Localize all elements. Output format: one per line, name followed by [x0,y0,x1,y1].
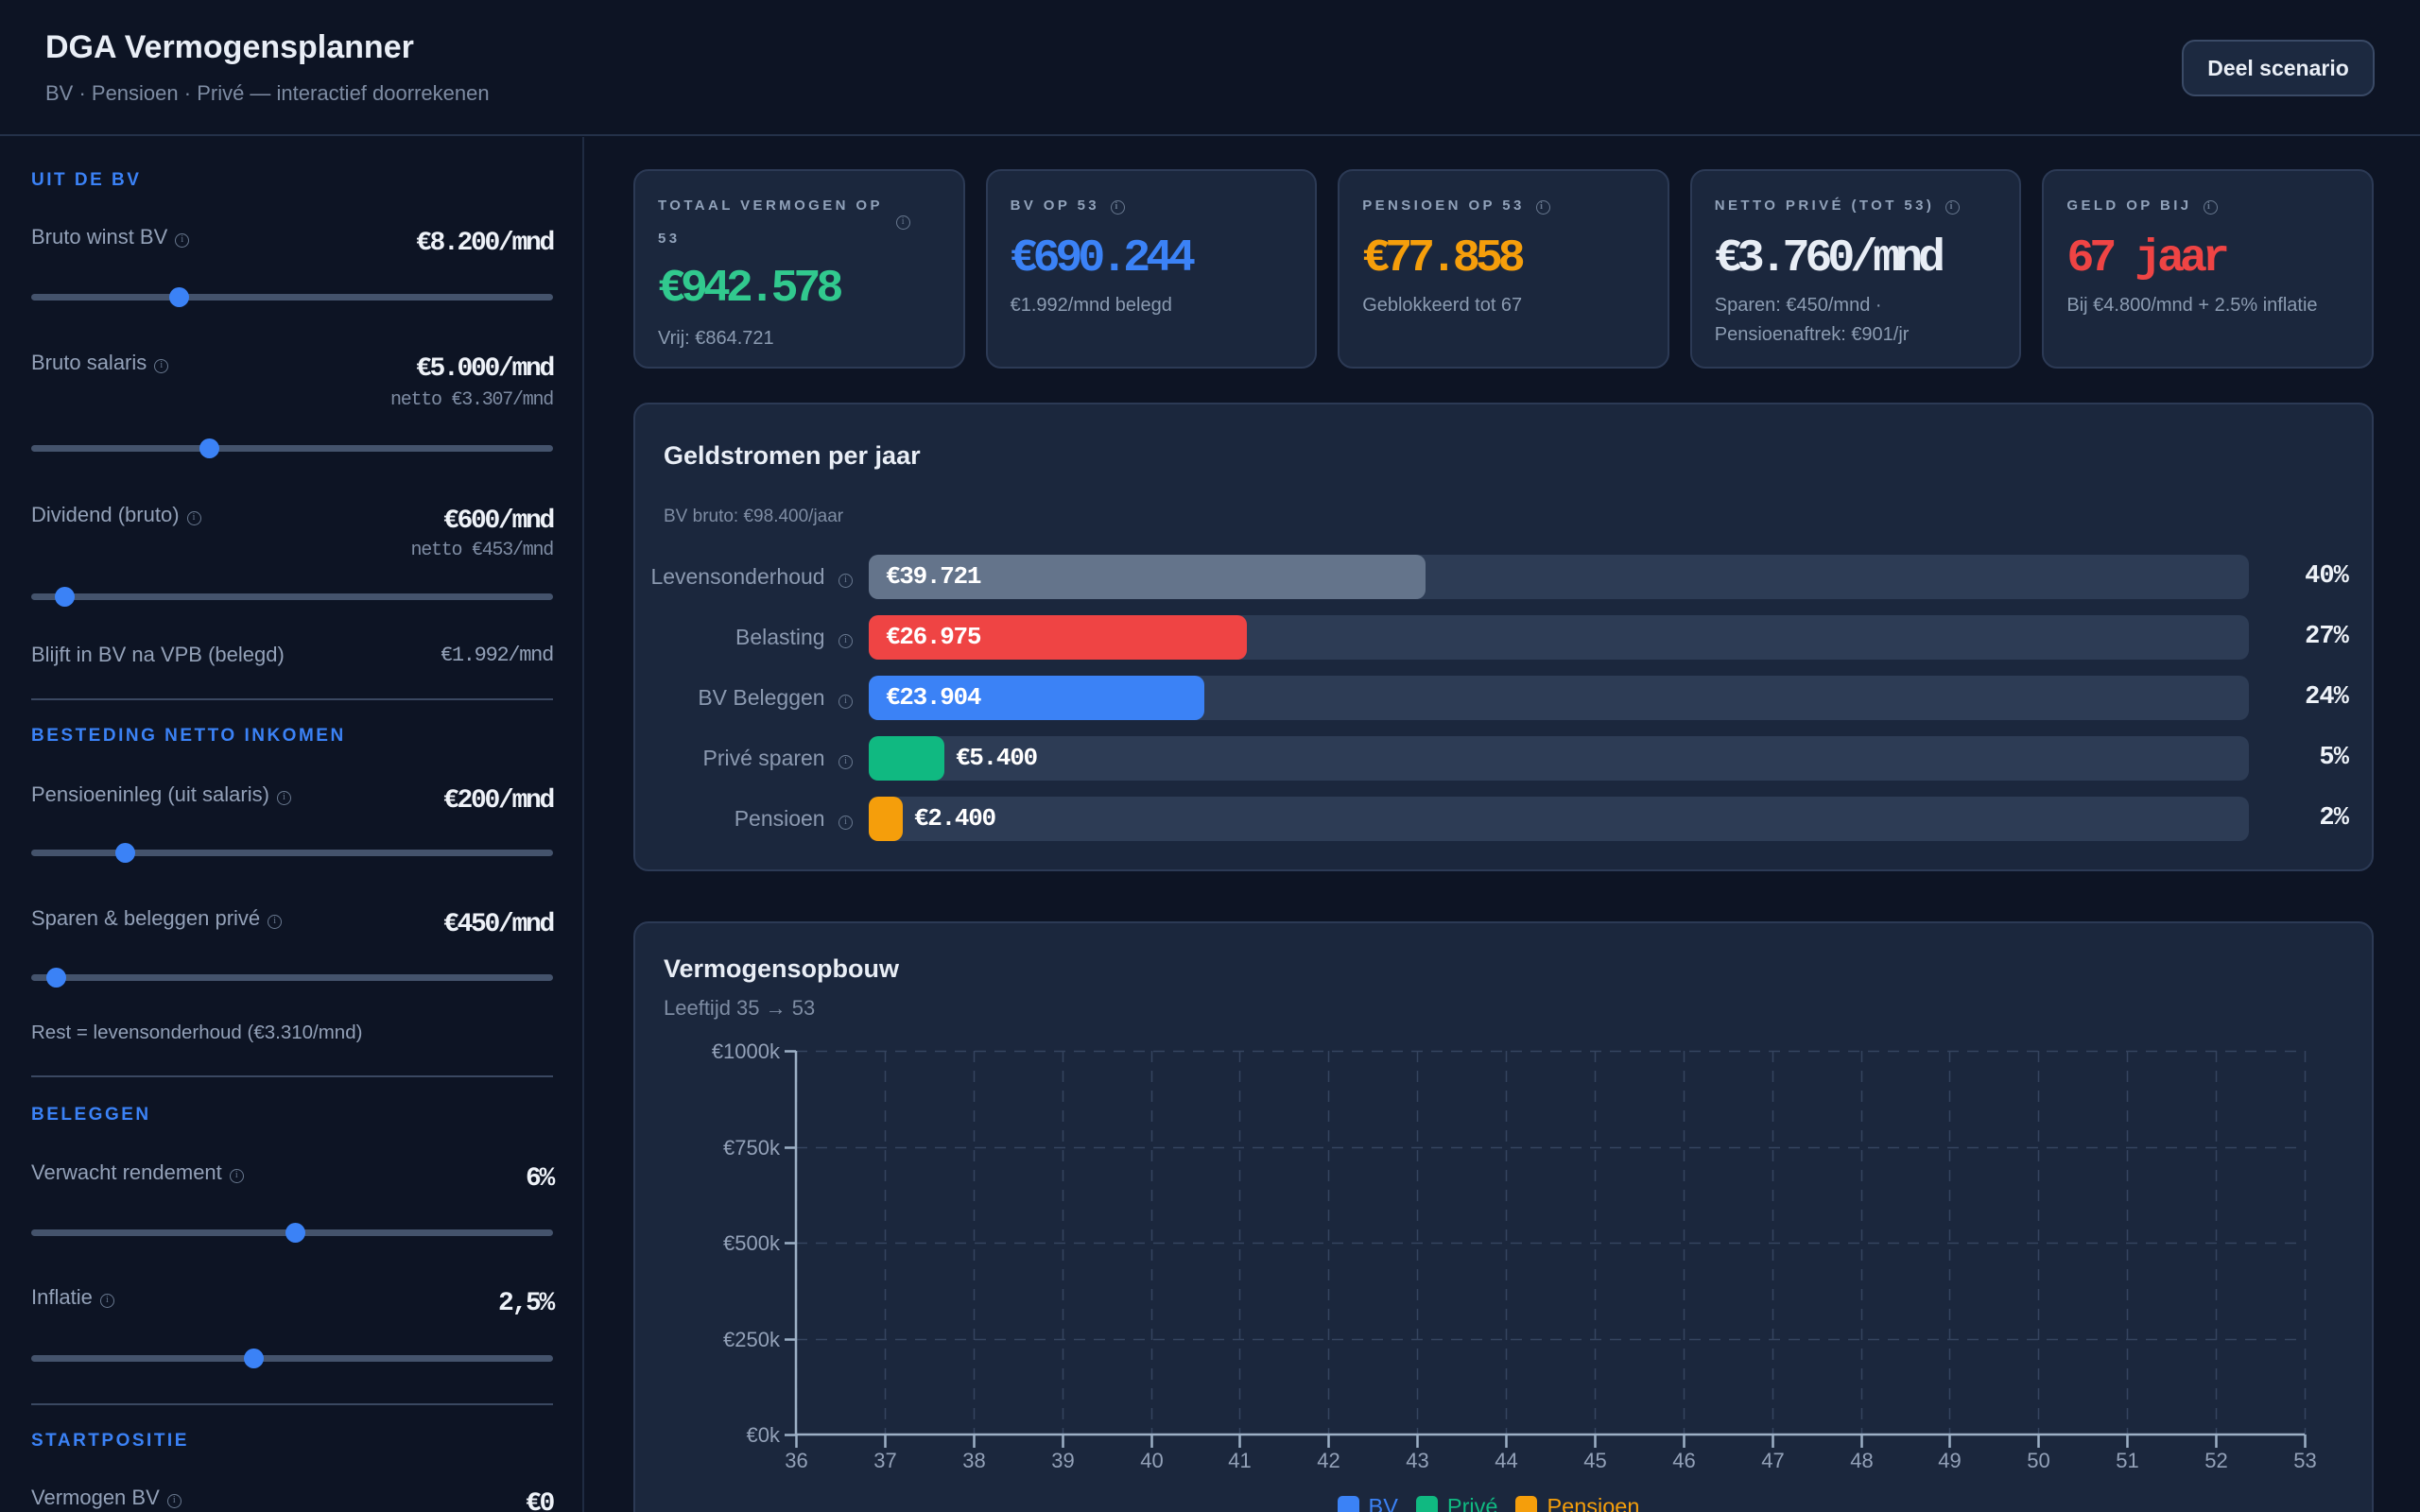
svg-text:37: 37 [873,1449,896,1472]
svg-text:€1000k: €1000k [712,1040,781,1063]
svg-text:44: 44 [1495,1449,1517,1472]
svg-text:48: 48 [1850,1449,1873,1472]
svg-text:50: 50 [2027,1449,2049,1472]
svg-text:45: 45 [1583,1449,1606,1472]
svg-text:40: 40 [1140,1449,1163,1472]
svg-text:42: 42 [1317,1449,1340,1472]
svg-text:36: 36 [785,1449,807,1472]
svg-text:51: 51 [2116,1449,2138,1472]
svg-text:€750k: €750k [723,1136,781,1160]
svg-text:43: 43 [1406,1449,1428,1472]
svg-text:49: 49 [1938,1449,1961,1472]
svg-text:46: 46 [1672,1449,1695,1472]
svg-text:€500k: €500k [723,1231,781,1255]
svg-text:41: 41 [1228,1449,1251,1472]
svg-text:53: 53 [2293,1449,2316,1472]
svg-text:€0k: €0k [747,1423,781,1447]
svg-text:39: 39 [1051,1449,1074,1472]
svg-text:47: 47 [1761,1449,1784,1472]
svg-text:38: 38 [962,1449,985,1472]
svg-text:52: 52 [2204,1449,2227,1472]
svg-text:€250k: €250k [723,1328,781,1351]
